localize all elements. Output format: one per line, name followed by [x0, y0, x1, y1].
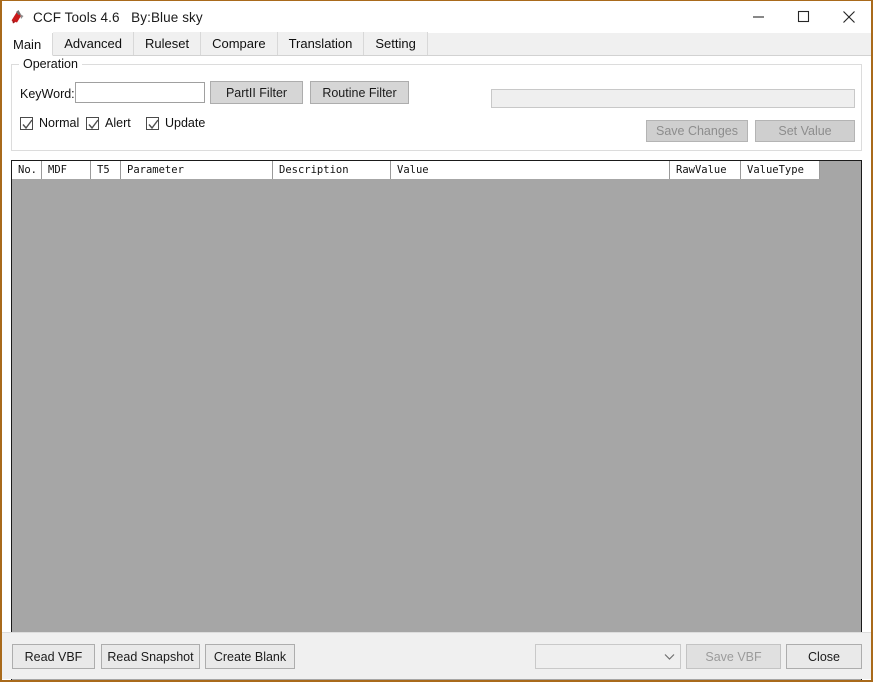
window-title: CCF Tools 4.6 By:Blue sky — [33, 10, 203, 25]
checkbox-label: Update — [165, 116, 205, 130]
create-blank-button[interactable]: Create Blank — [205, 644, 295, 669]
main-content: Operation KeyWord: PartII Filter Routine… — [2, 56, 871, 679]
tab-label: Setting — [375, 36, 415, 51]
grid-column-mdf[interactable]: MDF — [42, 161, 91, 179]
grid-column-description[interactable]: Description — [273, 161, 391, 179]
close-icon — [842, 10, 856, 24]
checkbox-alert[interactable]: Alert — [86, 116, 131, 130]
close-dialog-button[interactable]: Close — [786, 644, 862, 669]
vbf-select-dropdown[interactable] — [535, 644, 681, 669]
set-value-button[interactable]: Set Value — [755, 120, 855, 142]
status-readonly-field — [491, 89, 855, 108]
tab-setting[interactable]: Setting — [364, 32, 427, 55]
operation-group: Operation KeyWord: PartII Filter Routine… — [11, 64, 862, 151]
tab-label: Ruleset — [145, 36, 189, 51]
grid-column-no[interactable]: No. — [12, 161, 42, 179]
checkmark-icon — [20, 117, 33, 130]
checkbox-label: Normal — [39, 116, 79, 130]
checkbox-update[interactable]: Update — [146, 116, 205, 130]
tab-label: Compare — [212, 36, 265, 51]
minimize-button[interactable] — [736, 1, 781, 32]
tab-label: Translation — [289, 36, 353, 51]
grid-body[interactable] — [12, 179, 861, 681]
parameter-grid[interactable]: No. MDF T5 Parameter Description Value R… — [11, 160, 862, 681]
grid-column-t5[interactable]: T5 — [91, 161, 121, 179]
minimize-icon — [752, 10, 765, 23]
tab-main[interactable]: Main — [2, 33, 53, 56]
read-snapshot-button[interactable]: Read Snapshot — [101, 644, 200, 669]
checkmark-icon — [146, 117, 159, 130]
chevron-down-icon — [658, 645, 680, 668]
grid-column-rawvalue[interactable]: RawValue — [670, 161, 741, 179]
checkmark-icon — [86, 117, 99, 130]
tab-ruleset[interactable]: Ruleset — [134, 32, 201, 55]
tab-strip: Main Advanced Ruleset Compare Translatio… — [2, 33, 871, 56]
window-controls — [736, 1, 871, 32]
checkbox-label: Alert — [105, 116, 131, 130]
partii-filter-button[interactable]: PartII Filter — [210, 81, 303, 104]
close-button[interactable] — [826, 1, 871, 32]
title-bar: CCF Tools 4.6 By:Blue sky — [2, 1, 871, 33]
tab-compare[interactable]: Compare — [201, 32, 277, 55]
grid-header-row: No. MDF T5 Parameter Description Value R… — [12, 161, 861, 179]
tab-advanced[interactable]: Advanced — [53, 32, 134, 55]
tab-label: Advanced — [64, 36, 122, 51]
checkbox-normal[interactable]: Normal — [20, 116, 79, 130]
grid-column-parameter[interactable]: Parameter — [121, 161, 273, 179]
keyword-input[interactable] — [75, 82, 205, 103]
routine-filter-button[interactable]: Routine Filter — [310, 81, 409, 104]
maximize-button[interactable] — [781, 1, 826, 32]
operation-group-label: Operation — [19, 57, 82, 71]
keyword-label: KeyWord: — [20, 87, 75, 101]
tab-translation[interactable]: Translation — [278, 32, 365, 55]
grid-header-filler — [820, 161, 861, 179]
tab-label: Main — [13, 37, 41, 52]
application-window: CCF Tools 4.6 By:Blue sky Main — [0, 0, 873, 682]
app-logo-icon — [9, 8, 27, 26]
footer-bar: Read VBF Read Snapshot Create Blank Save… — [2, 632, 871, 679]
save-vbf-button[interactable]: Save VBF — [686, 644, 781, 669]
grid-column-valuetype[interactable]: ValueType — [741, 161, 820, 179]
maximize-icon — [797, 10, 810, 23]
save-changes-button[interactable]: Save Changes — [646, 120, 748, 142]
grid-column-value[interactable]: Value — [391, 161, 670, 179]
read-vbf-button[interactable]: Read VBF — [12, 644, 95, 669]
